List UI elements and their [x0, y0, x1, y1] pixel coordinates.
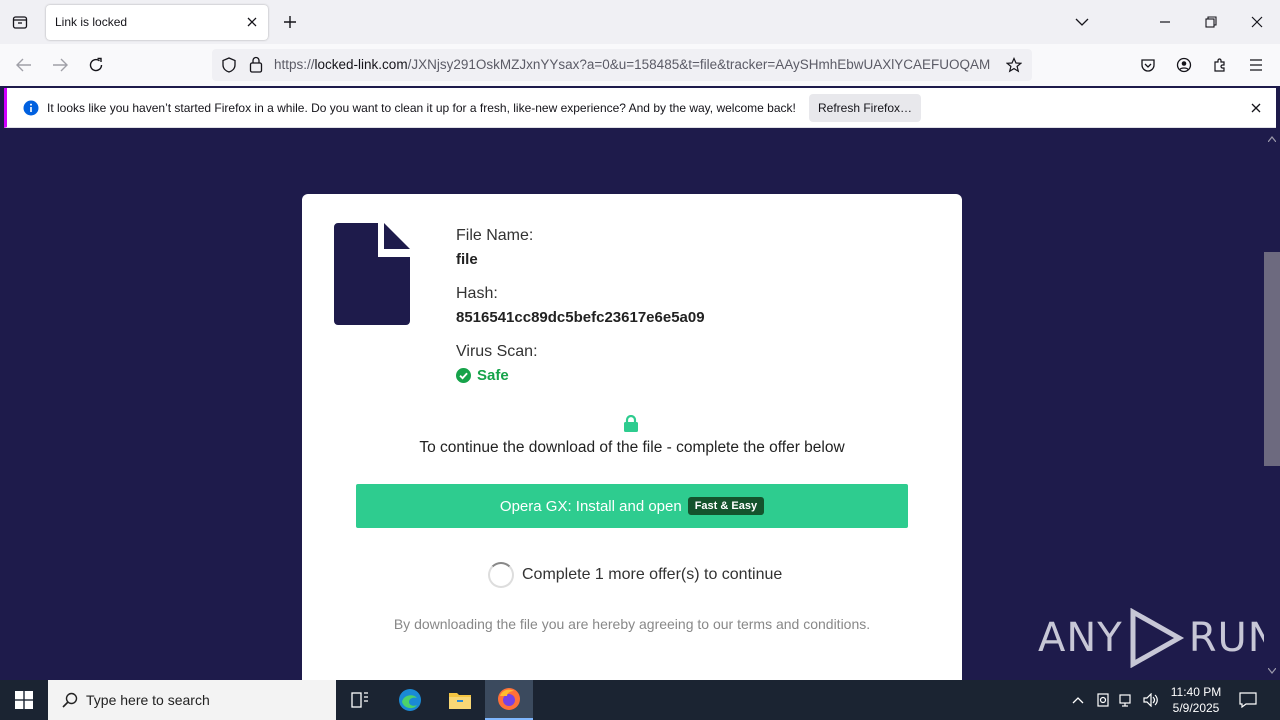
clock-date: 5/9/2025 — [1172, 701, 1220, 715]
hash-value: 8516541cc89dc5befc23617e6e5a09 — [456, 309, 705, 326]
check-circle-icon — [456, 368, 471, 383]
firefox-taskbar-icon[interactable] — [485, 680, 533, 720]
file-explorer-icon[interactable] — [436, 680, 484, 720]
tab-bar: Link is locked — [0, 0, 1280, 44]
search-placeholder: Type here to search — [86, 692, 210, 708]
bookmark-star-icon[interactable] — [1005, 57, 1023, 78]
padlock-icon — [624, 415, 638, 432]
show-hidden-icons-icon[interactable] — [1068, 690, 1088, 710]
shield-icon[interactable] — [221, 57, 237, 78]
scroll-down-icon[interactable] — [1268, 668, 1276, 674]
volume-icon[interactable] — [1141, 690, 1161, 710]
notification-message: It looks like you haven’t started Firefo… — [47, 101, 796, 115]
edge-browser-icon[interactable] — [386, 680, 434, 720]
url-path: /JXNjsy291OskMZJxnYYsax?a=0&u=158485&t=f… — [407, 57, 991, 72]
minimize-icon[interactable] — [1153, 10, 1177, 34]
windows-start-icon[interactable] — [0, 680, 48, 720]
lock-icon[interactable] — [249, 56, 263, 78]
firefox-refresh-notification: It looks like you haven’t started Firefo… — [4, 88, 1276, 128]
scrollbar-thumb[interactable] — [1264, 252, 1280, 466]
offer-button[interactable]: Opera GX: Install and open Fast & Easy — [356, 484, 908, 528]
system-clock[interactable]: 11:40 PM 5/9/2025 — [1162, 684, 1230, 716]
watermark-text-left: ANY — [1038, 615, 1123, 661]
restore-icon[interactable] — [1199, 10, 1223, 34]
file-name-value: file — [456, 251, 478, 268]
loading-spinner-icon — [488, 562, 514, 588]
file-name-label: File Name: — [456, 227, 534, 244]
address-bar[interactable]: https://locked-link.com/JXNjsy291OskMZJx… — [212, 49, 1032, 81]
download-card: File Name: file Hash: 8516541cc89dc5befc… — [302, 194, 962, 680]
task-view-icon[interactable] — [336, 680, 384, 720]
progress-text: Complete 1 more offer(s) to continue — [522, 566, 783, 583]
watermark-text-right: RUN — [1188, 615, 1264, 661]
defender-icon[interactable] — [1093, 690, 1113, 710]
url-text[interactable]: https://locked-link.com/JXNjsy291OskMZJx… — [274, 57, 998, 72]
windows-taskbar: Type here to search 11:40 PM 5/9/2025 — [0, 680, 1280, 720]
offer-progress: Complete 1 more offer(s) to continue — [488, 562, 782, 588]
anyrun-watermark: ANY RUN — [1038, 608, 1264, 668]
forward-icon[interactable] — [48, 53, 72, 77]
back-icon[interactable] — [12, 53, 36, 77]
search-icon — [62, 692, 78, 708]
notifications-icon[interactable] — [1238, 690, 1258, 710]
virus-scan-label: Virus Scan: — [456, 343, 538, 360]
info-icon — [23, 100, 39, 121]
scroll-up-icon[interactable] — [1268, 136, 1276, 142]
refresh-firefox-button[interactable]: Refresh Firefox… — [809, 94, 921, 122]
pocket-icon[interactable] — [1136, 53, 1160, 77]
virus-scan-status: Safe — [456, 367, 509, 384]
close-window-icon[interactable] — [1245, 10, 1269, 34]
url-host: locked-link.com — [314, 57, 408, 72]
page-scrollbar[interactable] — [1264, 132, 1280, 680]
virus-scan-value: Safe — [477, 367, 509, 384]
page-viewport: File Name: file Hash: 8516541cc89dc5befc… — [0, 132, 1264, 680]
taskbar-search-box[interactable]: Type here to search — [48, 680, 336, 720]
tab-link-is-locked[interactable]: Link is locked — [46, 5, 268, 40]
hash-label: Hash: — [456, 285, 498, 302]
clock-time: 11:40 PM — [1170, 685, 1222, 699]
file-icon — [334, 223, 410, 325]
terms-text: By downloading the file you are hereby a… — [393, 616, 871, 632]
close-tab-icon[interactable] — [244, 14, 260, 30]
menu-icon[interactable] — [1244, 53, 1268, 77]
navigation-toolbar: https://locked-link.com/JXNjsy291OskMZJx… — [0, 44, 1280, 86]
play-logo-icon — [1130, 608, 1184, 668]
tab-title: Link is locked — [55, 15, 128, 29]
network-icon[interactable] — [1117, 690, 1137, 710]
new-tab-icon[interactable] — [280, 12, 300, 32]
offer-button-label: Opera GX: Install and open — [499, 497, 682, 515]
url-scheme: https:// — [274, 57, 315, 72]
account-icon[interactable] — [1172, 53, 1196, 77]
list-all-tabs-icon[interactable] — [1070, 10, 1094, 34]
offer-instruction: To continue the download of the file - c… — [419, 439, 845, 456]
close-notification-icon[interactable] — [1248, 100, 1264, 116]
offer-badge: Fast & Easy — [687, 497, 765, 515]
extensions-icon[interactable] — [1208, 53, 1232, 77]
reload-icon[interactable] — [84, 53, 108, 77]
tab-list-icon[interactable] — [8, 10, 32, 34]
